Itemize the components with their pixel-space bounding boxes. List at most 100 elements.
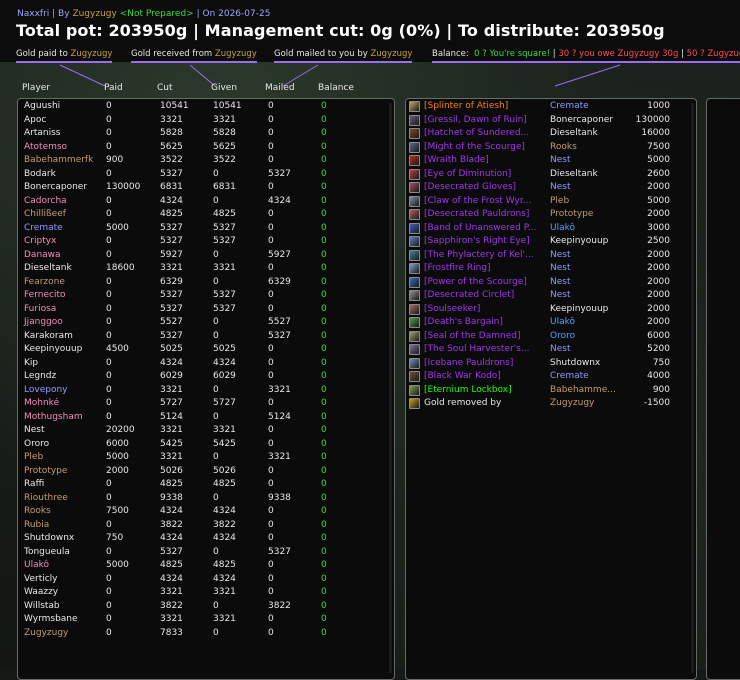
player-row[interactable]: Zugyzugy 0 7833 0 0 0 <box>18 628 388 642</box>
player-row[interactable]: Apoc 0 3321 3321 0 0 <box>18 115 388 129</box>
player-row[interactable]: Waazzy 0 3321 3321 0 0 <box>18 587 388 601</box>
loot-item-link[interactable]: [Claw of the Frost Wyr... <box>424 196 531 206</box>
player-row[interactable]: Wyrmsbane 0 3321 3321 0 0 <box>18 614 388 628</box>
splinter-icon <box>409 101 420 112</box>
loot-row[interactable]: [Desecrated Gloves] Nest 2000 <box>406 182 694 196</box>
player-name: Rooks <box>24 506 51 516</box>
player-row[interactable]: Furiosa 0 5327 5327 0 0 <box>18 304 388 318</box>
player-row[interactable]: Kip 0 4324 4324 0 0 <box>18 358 388 372</box>
player-row[interactable]: Pleb 5000 3321 0 3321 0 <box>18 452 388 466</box>
loot-row[interactable]: [Death's Bargain] Ulakô 2000 <box>406 317 694 331</box>
loot-item-link[interactable]: [Eye of Diminution] <box>424 169 511 179</box>
player-row[interactable]: Rooks 7500 4324 4324 0 0 <box>18 506 388 520</box>
loot-row[interactable]: [The Soul Harvester's... Nest 5200 <box>406 344 694 358</box>
player-row[interactable]: Jjanggoo 0 5527 0 5527 0 <box>18 317 388 331</box>
player-row[interactable]: Lovepony 0 3321 0 3321 0 <box>18 385 388 399</box>
loot-row[interactable]: [Desecrated Circlet] Nest 2000 <box>406 290 694 304</box>
player-row[interactable]: Tongueula 0 5327 0 5327 0 <box>18 547 388 561</box>
loot-item-link[interactable]: [Soulseeker] <box>424 304 480 314</box>
player-row[interactable]: Riouthree 0 9338 0 9338 0 <box>18 493 388 507</box>
loot-item-link[interactable]: [Desecrated Gloves] <box>424 182 516 192</box>
loot-row[interactable]: [Wraith Blade] Nest 5000 <box>406 155 694 169</box>
player-row[interactable]: Dieseltank 18600 3321 3321 0 0 <box>18 263 388 277</box>
loot-item-link[interactable]: [Icebane Pauldrons] <box>424 358 513 368</box>
loot-row[interactable]: [Sapphiron's Right Eye] Keepinyouup 2500 <box>406 236 694 250</box>
loot-row[interactable]: [Gressil, Dawn of Ruin] Bonercaponer 13000… <box>406 114 694 129</box>
player-row[interactable]: Cremate 5000 5327 5327 0 0 <box>18 223 388 237</box>
player-paid: 900 <box>106 155 124 165</box>
loot-row[interactable]: [Black War Kodo] Cremate 4000 <box>406 371 694 385</box>
player-row[interactable]: Aguushi 0 10541 10541 0 0 <box>18 101 388 115</box>
loot-item-link[interactable]: [The Phylactery of Kel'... <box>424 250 534 260</box>
loot-row[interactable]: [Frostfire Ring] Nest 2000 <box>406 263 694 277</box>
player-row[interactable]: Verticly 0 4324 4324 0 0 <box>18 574 388 588</box>
loot-list-panel[interactable]: [Splinter of Atiesh] Cremate 1000 [Gressil,… <box>405 98 697 680</box>
player-row[interactable]: Bonercaponer 130000 6831 6831 0 0 <box>18 182 388 196</box>
loot-row[interactable]: [Icebane Pauldrons] Shutdownx 750 <box>406 357 694 372</box>
loot-row[interactable]: [Seal of the Damned] Ororo 6000 <box>406 330 694 345</box>
player-row[interactable]: Legndz 0 6029 6029 0 0 <box>18 371 388 385</box>
player-row[interactable]: Keepinyouup 4500 5025 5025 0 0 <box>18 344 388 358</box>
player-row[interactable]: Mohnké 0 5727 5727 0 0 <box>18 398 388 412</box>
loot-item-link[interactable]: [Frostfire Ring] <box>424 263 491 273</box>
player-list-scrollbar[interactable] <box>389 103 392 673</box>
player-row[interactable]: Nest 20200 3321 3321 0 0 <box>18 425 388 439</box>
player-row[interactable]: Chillißeef 0 4825 4825 0 0 <box>18 209 388 223</box>
player-row[interactable]: Willstab 0 3822 0 3822 0 <box>18 601 388 615</box>
loot-item-link[interactable]: [The Soul Harvester's... <box>424 344 529 354</box>
loot-item-link[interactable]: [Desecrated Pauldrons] <box>424 209 529 219</box>
loot-row[interactable]: [Band of Unanswered P... Ulakô 3000 <box>406 222 694 237</box>
player-row[interactable]: Karakoram 0 5327 0 5327 0 <box>18 331 388 345</box>
loot-item-link[interactable]: [Seal of the Damned] <box>424 331 520 341</box>
loot-item-link[interactable]: [Might of the Scourge] <box>424 142 525 152</box>
loot-row[interactable]: [Desecrated Pauldrons] Prototype 2000 <box>406 209 694 223</box>
player-row[interactable]: Ulakô 5000 4825 4825 0 0 <box>18 560 388 574</box>
loot-row[interactable]: [Hatchet of Sundered... Dieseltank 16000 <box>406 128 694 142</box>
player-row[interactable]: Fernecito 0 5327 5327 0 0 <box>18 290 388 304</box>
player-given: 3522 <box>213 155 236 165</box>
loot-item-link[interactable]: [Splinter of Atiesh] <box>424 101 508 111</box>
player-list-panel[interactable]: Aguushi 0 10541 10541 0 0 Apoc 0 3321 3321 0 0 Artan… <box>17 98 395 680</box>
player-given: 5625 <box>213 141 236 152</box>
loot-item-link[interactable]: [Sapphiron's Right Eye] <box>424 236 530 246</box>
loot-item-link[interactable]: Gold removed by <box>424 398 501 408</box>
player-row[interactable]: Artaniss 0 5828 5828 0 0 <box>18 128 388 142</box>
player-row[interactable]: Rubia 0 3822 3822 0 0 <box>18 520 388 534</box>
loot-list-scrollbar[interactable] <box>691 103 694 673</box>
loot-row[interactable]: [Splinter of Atiesh] Cremate 1000 <box>406 101 694 115</box>
player-row[interactable]: Fearzone 0 6329 0 6329 0 <box>18 277 388 291</box>
legend-mailed-label: Gold mailed to you by <box>274 49 368 59</box>
loot-row[interactable]: [Power of the Scourge] Nest 2000 <box>406 276 694 291</box>
loot-row[interactable]: [Eternium Lockbox] Babehamme... 900 <box>406 384 694 399</box>
player-row[interactable]: Raffi 0 4825 4825 0 0 <box>18 479 388 493</box>
loot-item-link[interactable]: [Eternium Lockbox] <box>424 385 512 395</box>
player-row[interactable]: Prototype 2000 5026 5026 0 0 <box>18 466 388 480</box>
loot-item-link[interactable]: [Desecrated Circlet] <box>424 290 514 300</box>
player-paid: 0 <box>106 398 112 408</box>
loot-row[interactable]: [Might of the Scourge] Rooks 7500 <box>406 141 694 156</box>
loot-item-link[interactable]: [Black War Kodo] <box>424 371 501 381</box>
player-row[interactable]: Danawa 0 5927 0 5927 0 <box>18 250 388 264</box>
loot-item-link[interactable]: [Hatchet of Sundered... <box>424 128 529 138</box>
player-mailed: 5527 <box>268 317 291 327</box>
loot-row[interactable]: Gold removed by Zugyzugy -1500 <box>406 398 694 412</box>
loot-item-link[interactable]: [Gressil, Dawn of Ruin] <box>424 115 527 125</box>
player-row[interactable]: Bodark 0 5327 0 5327 0 <box>18 169 388 183</box>
player-row[interactable]: Shutdownx 750 4324 4324 0 0 <box>18 533 388 547</box>
right-panel[interactable] <box>706 98 740 680</box>
loot-row[interactable]: [Eye of Diminution] Dieseltank 2600 <box>406 168 694 183</box>
player-row[interactable]: Cadorcha 0 4324 0 4324 0 <box>18 196 388 210</box>
loot-item-link[interactable]: [Power of the Scourge] <box>424 277 527 287</box>
loot-row[interactable]: [Soulseeker] Keepinyouup 2000 <box>406 303 694 318</box>
player-row[interactable]: Ororo 6000 5425 5425 0 0 <box>18 439 388 453</box>
loot-row[interactable]: [Claw of the Frost Wyr... Pleb 5000 <box>406 195 694 210</box>
player-row[interactable]: Criptyx 0 5327 5327 0 0 <box>18 236 388 250</box>
player-row[interactable]: Babehammerfk 900 3522 3522 0 0 <box>18 155 388 169</box>
loot-row[interactable]: [The Phylactery of Kel'... Nest 2000 <box>406 249 694 264</box>
player-row[interactable]: Mothugsham 0 5124 0 5124 0 <box>18 412 388 426</box>
loot-item-link[interactable]: [Band of Unanswered P... <box>424 223 536 233</box>
loot-item-link[interactable]: [Wraith Blade] <box>424 155 489 165</box>
player-mailed: 0 <box>268 236 274 246</box>
loot-item-link[interactable]: [Death's Bargain] <box>424 317 503 327</box>
player-row[interactable]: Atotemso 0 5625 5625 0 0 <box>18 142 388 156</box>
